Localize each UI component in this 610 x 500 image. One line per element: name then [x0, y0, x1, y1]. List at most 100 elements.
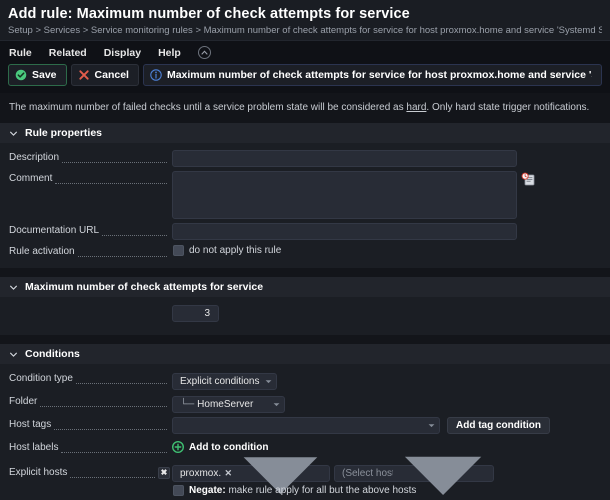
- chevron-down-icon: [10, 285, 17, 290]
- chevron-down-icon: [10, 131, 17, 136]
- caret-down-icon: [273, 403, 280, 407]
- hosts-negate-row: Negate: make rule apply for all but the …: [172, 482, 601, 496]
- section-header-conditions[interactable]: Conditions: [0, 344, 610, 364]
- check-circle-icon: [15, 69, 27, 81]
- row-host-tags: Host tags Add tag condition: [0, 415, 610, 436]
- section-body-rule-properties: Description Comment Documentation URL Ru…: [0, 143, 610, 268]
- comment-textarea[interactable]: [172, 171, 517, 219]
- row-explicit-hosts: Explicit hosts ✖ proxmox.home ✕ (Select …: [0, 456, 610, 498]
- label-description-text: Description: [9, 152, 60, 163]
- label-explicit-hosts-text: Explicit hosts: [9, 467, 68, 478]
- label-description: Description: [9, 150, 172, 166]
- explicit-host-value: proxmox.home: [180, 468, 221, 479]
- menu-item-help[interactable]: Help: [158, 47, 181, 59]
- leader-dots: [102, 227, 167, 236]
- hard-state-link[interactable]: hard: [406, 102, 426, 113]
- save-button[interactable]: Save: [8, 64, 67, 86]
- row-rule-activation: Rule activation do not apply this rule: [0, 242, 610, 262]
- explicit-host-select[interactable]: proxmox.home ✕: [172, 456, 330, 494]
- chevron-up-icon[interactable]: [197, 46, 211, 59]
- section-body-conditions: Condition type Explicit conditions Folde…: [0, 364, 610, 500]
- plus-circle-icon: [172, 441, 184, 453]
- section-header-rule-properties[interactable]: Rule properties: [0, 123, 610, 143]
- cancel-button-label: Cancel: [94, 69, 129, 81]
- label-rule-activation: Rule activation: [9, 244, 172, 260]
- leader-dots: [70, 469, 155, 478]
- description-input[interactable]: [172, 150, 517, 167]
- row-documentation-url: Documentation URL: [0, 221, 610, 242]
- description-text-after: . Only hard state trigger notifications.: [426, 102, 590, 113]
- rule-activation-checkbox-label: do not apply this rule: [189, 245, 282, 256]
- save-button-label: Save: [32, 69, 57, 81]
- info-circle-icon: [150, 69, 162, 81]
- hosts-negate-checkbox[interactable]: [173, 485, 184, 496]
- page-title: Add rule: Maximum number of check attemp…: [8, 6, 410, 22]
- rule-activation-checkbox[interactable]: [173, 245, 184, 256]
- description-text-before: The maximum number of failed checks unti…: [9, 102, 407, 113]
- label-host-labels-text: Host labels: [9, 442, 59, 453]
- label-host-tags-text: Host tags: [9, 419, 52, 430]
- leader-dots: [55, 175, 167, 184]
- label-folder: Folder: [9, 394, 172, 410]
- breadcrumb: Setup > Services > Service monitoring ru…: [8, 25, 602, 36]
- section-gap: [0, 268, 610, 277]
- cancel-button[interactable]: Cancel: [70, 64, 139, 86]
- section-gap: [0, 335, 610, 344]
- clear-host-icon[interactable]: ✕: [225, 468, 233, 479]
- page-header: Add rule: Maximum number of check attemp…: [0, 0, 610, 40]
- rule-info-button-label: Maximum number of check attempts for ser…: [166, 69, 592, 81]
- condition-type-select[interactable]: Explicit conditions: [172, 373, 278, 390]
- section-header-max-attempts[interactable]: Maximum number of check attempts for ser…: [0, 277, 610, 297]
- explicit-hosts-line: proxmox.home ✕ (Select hostname): [172, 456, 601, 495]
- hosts-negate-label: Negate: make rule apply for all but the …: [189, 485, 416, 496]
- section-title-max-attempts: Maximum number of check attempts for ser…: [25, 281, 264, 293]
- cross-icon: [78, 70, 89, 80]
- label-host-labels: Host labels: [9, 440, 172, 456]
- section-title-conditions: Conditions: [25, 348, 80, 360]
- chevron-down-icon: [10, 352, 17, 357]
- insert-date-icon[interactable]: [521, 172, 536, 187]
- section-body-max-attempts: [0, 297, 610, 335]
- add-tag-condition-label: Add tag condition: [456, 420, 541, 431]
- row-max-attempts-value: [0, 303, 610, 324]
- label-comment-text: Comment: [9, 173, 53, 184]
- rule-description: The maximum number of failed checks unti…: [0, 93, 610, 123]
- label-documentation-url-text: Documentation URL: [9, 225, 100, 236]
- label-condition-type-text: Condition type: [9, 373, 73, 384]
- condition-type-value: Explicit conditions: [180, 376, 260, 387]
- folder-value: HomeServer: [197, 399, 254, 410]
- menu-bar: Rule Related Display Help: [0, 40, 610, 64]
- host-tags-select[interactable]: [172, 417, 440, 434]
- select-hostname-dropdown[interactable]: (Select hostname): [334, 456, 494, 495]
- row-comment: Comment: [0, 169, 610, 221]
- action-bar: Save Cancel Maximum number of check atte…: [0, 64, 610, 93]
- label-condition-type: Condition type: [9, 371, 172, 387]
- folder-select[interactable]: └─ HomeServer: [172, 396, 285, 413]
- leader-dots: [40, 398, 167, 407]
- label-explicit-hosts: Explicit hosts ✖: [9, 465, 172, 481]
- row-folder: Folder └─ HomeServer: [0, 392, 610, 415]
- label-folder-text: Folder: [9, 396, 38, 407]
- hosts-negate-strong: Negate:: [189, 485, 226, 496]
- hosts-negate-rest: make rule apply for all but the above ho…: [225, 485, 417, 496]
- leader-dots: [62, 154, 167, 163]
- label-rule-activation-text: Rule activation: [9, 246, 75, 257]
- delete-icon[interactable]: ✖: [158, 467, 170, 479]
- folder-tree-prefix: └─: [180, 399, 195, 410]
- row-description: Description: [0, 148, 610, 169]
- label-documentation-url: Documentation URL: [9, 223, 172, 239]
- rule-info-button[interactable]: Maximum number of check attempts for ser…: [142, 64, 602, 86]
- documentation-url-input[interactable]: [172, 223, 517, 240]
- max-attempts-input[interactable]: [172, 305, 219, 322]
- row-condition-type: Condition type Explicit conditions: [0, 369, 610, 392]
- select-hostname-placeholder: (Select hostname): [342, 468, 393, 479]
- leader-dots: [54, 421, 167, 430]
- label-comment: Comment: [9, 171, 172, 187]
- caret-down-icon: [428, 424, 435, 428]
- leader-dots: [77, 248, 167, 257]
- menu-item-related[interactable]: Related: [49, 47, 87, 59]
- add-tag-condition-button[interactable]: Add tag condition: [447, 417, 550, 434]
- menu-item-rule[interactable]: Rule: [9, 47, 32, 59]
- leader-dots: [61, 444, 167, 453]
- menu-item-display[interactable]: Display: [104, 47, 141, 59]
